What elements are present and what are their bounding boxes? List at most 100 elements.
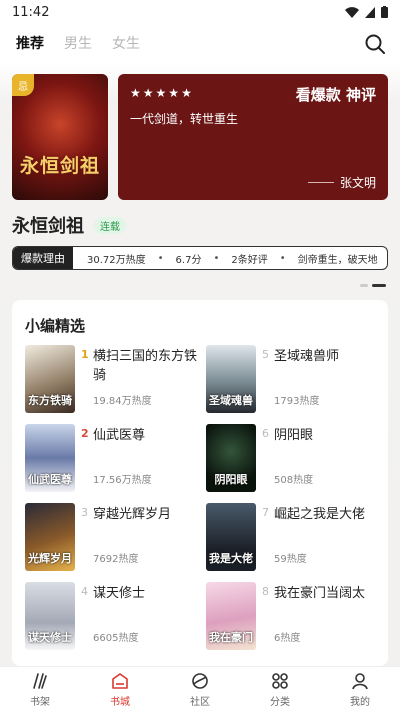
- heat-count: 7692热度: [93, 554, 139, 565]
- heat-count: 508热度: [274, 475, 314, 486]
- heat-count: 6605热度: [93, 633, 139, 644]
- rank-number: 2: [81, 427, 89, 440]
- book-cover: 我是大佬: [206, 503, 256, 571]
- editor-picks-card: 小编精选 东方铁骑 1 横扫三国的东方铁骑 19.84万热度 圣域魂兽 5 圣域…: [12, 300, 388, 666]
- cover-badge: 忌: [12, 74, 34, 96]
- rank-number: 5: [262, 348, 269, 361]
- book-name: 穿越光辉岁月: [93, 507, 172, 522]
- tab-recommend[interactable]: 推荐: [16, 33, 44, 53]
- cover-text: 我是大佬: [209, 552, 253, 565]
- hero-author-name: 张文明: [339, 176, 376, 190]
- status-badge: 连载: [94, 216, 126, 234]
- book-title[interactable]: 永恒剑祖: [12, 212, 84, 238]
- book-name: 我在豪门当阔太: [274, 586, 366, 601]
- pager-dot: [360, 284, 368, 287]
- cover-text: 阴阳眼: [214, 473, 248, 486]
- tab-male[interactable]: 男生: [64, 33, 92, 53]
- rank-number: 4: [81, 585, 88, 598]
- hero-review-card[interactable]: ★ ★ ★ ★ ★ 看爆款 神评 一代剑道，转世重生 张文明: [118, 74, 388, 200]
- book-name: 圣域魂兽师: [274, 349, 340, 364]
- book-cover: 东方铁骑: [25, 345, 75, 413]
- list-item[interactable]: 圣域魂兽 5 圣域魂兽师 1793热度: [206, 345, 386, 413]
- heat-count: 59热度: [274, 554, 307, 565]
- tab-female[interactable]: 女生: [112, 33, 140, 53]
- separator-dot: •: [279, 252, 286, 264]
- list-item[interactable]: 光辉岁月 3 穿越光辉岁月 7692热度: [25, 503, 205, 571]
- tab-bookshelf[interactable]: 书架: [0, 667, 80, 712]
- rank-number: 8: [262, 585, 269, 598]
- separator-dot: •: [157, 252, 164, 264]
- cover-text: 东方铁骑: [28, 394, 72, 407]
- book-cover: 阴阳眼: [206, 424, 256, 492]
- list-item[interactable]: 仙武医尊 2 仙武医尊 17.56万热度: [25, 424, 205, 492]
- list-item[interactable]: 东方铁骑 1 横扫三国的东方铁骑 19.84万热度: [25, 345, 205, 413]
- star-icon: ★: [142, 86, 154, 100]
- tab-label: 社区: [190, 697, 210, 708]
- heat-count: 19.84万热度: [93, 396, 152, 407]
- tab-profile[interactable]: 我的: [320, 667, 400, 712]
- status-icons: [345, 6, 388, 18]
- cover-text: 圣域魂兽: [209, 394, 253, 407]
- status-bar: 11:42: [0, 0, 400, 24]
- hero-quote: 一代剑道，转世重生: [130, 112, 239, 126]
- cover-title-art: 永恒剑祖: [19, 155, 100, 177]
- list-item[interactable]: 谋天修士 4 谋天修士 6605热度: [25, 582, 205, 650]
- reason-items: 30.72万热度 • 6.7分 • 2条好评 • 剑帝重生，破天地: [73, 251, 378, 266]
- wifi-icon: [345, 6, 359, 18]
- pager-dot-active: [372, 284, 386, 287]
- reason-heat: 30.72万热度: [87, 254, 146, 266]
- book-cover: 我在豪门: [206, 582, 256, 650]
- tab-bookstore[interactable]: 书城: [80, 667, 160, 712]
- rank-number: 6: [262, 427, 269, 440]
- cover-text: 我在豪门: [209, 631, 253, 644]
- tab-label: 分类: [270, 697, 290, 708]
- tab-category[interactable]: 分类: [240, 667, 320, 712]
- battery-icon: [381, 6, 388, 18]
- list-item[interactable]: 阴阳眼 6 阴阳眼 508热度: [206, 424, 386, 492]
- star-icon: ★: [168, 86, 180, 100]
- hero-author: 张文明: [307, 174, 376, 191]
- heat-count: 1793热度: [274, 396, 320, 407]
- list-item[interactable]: 我在豪门 8 我在豪门当阔太 6热度: [206, 582, 386, 650]
- book-name: 仙武医尊: [93, 428, 146, 443]
- hero-tag: 看爆款 神评: [295, 86, 376, 104]
- rank-number: 1: [81, 348, 89, 361]
- tab-label: 我的: [350, 697, 370, 708]
- bottom-tab-bar: 书架 书城 社区 分类 我的: [0, 666, 400, 712]
- status-time: 11:42: [12, 4, 50, 20]
- star-icon: ★: [130, 86, 141, 100]
- carousel-pager: [360, 284, 386, 287]
- book-cover: 谋天修士: [25, 582, 75, 650]
- profile-icon: [352, 673, 368, 690]
- category-tabs: 推荐 男生 女生: [16, 33, 140, 53]
- signal-icon: [365, 6, 375, 18]
- category-icon: [272, 673, 288, 689]
- list-item[interactable]: 我是大佬 7 崛起之我是大佬 59热度: [206, 503, 386, 571]
- bookstore-icon: [112, 673, 128, 689]
- rank-number: 7: [262, 506, 269, 519]
- reason-score: 6.7分: [175, 254, 202, 266]
- tab-label: 书架: [30, 697, 50, 708]
- cover-text: 光辉岁月: [28, 552, 72, 565]
- book-name: 崛起之我是大佬: [274, 507, 366, 522]
- star-icon: ★: [155, 86, 167, 100]
- heat-count: 6热度: [274, 633, 301, 644]
- book-name: 阴阳眼: [274, 428, 314, 443]
- author-dash: [307, 182, 334, 183]
- book-cover: 光辉岁月: [25, 503, 75, 571]
- rating-stars: ★ ★ ★ ★ ★: [130, 86, 192, 100]
- heat-count: 17.56万热度: [93, 475, 152, 486]
- cover-text: 仙武医尊: [28, 473, 72, 486]
- book-cover: 仙武医尊: [25, 424, 75, 492]
- book-name: 谋天修士: [93, 586, 146, 601]
- community-icon: [192, 673, 208, 689]
- hero-book-cover[interactable]: 忌 永恒剑祖: [12, 74, 108, 200]
- book-title-row: 永恒剑祖 连载: [12, 212, 126, 238]
- reason-reviews: 2条好评: [231, 254, 268, 266]
- search-icon[interactable]: [364, 33, 386, 55]
- book-cover: 圣域魂兽: [206, 345, 256, 413]
- tab-community[interactable]: 社区: [160, 667, 240, 712]
- top-nav: 推荐 男生 女生: [0, 24, 400, 62]
- book-name: 横扫三国的东方铁骑: [93, 349, 198, 383]
- cover-text: 谋天修士: [28, 631, 72, 644]
